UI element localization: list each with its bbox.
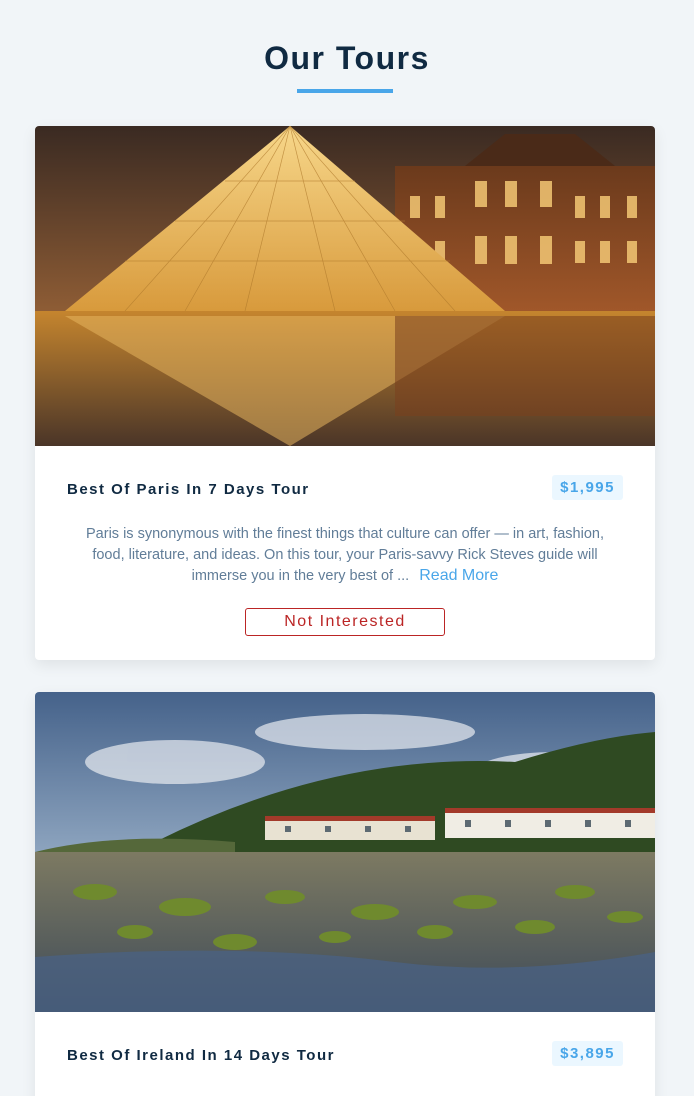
tour-name: Best Of Paris In 7 Days Tour <box>67 481 310 498</box>
tour-name: Best Of Ireland In 14 Days Tour <box>67 1047 335 1064</box>
tour-description: Paris is synonymous with the finest thin… <box>75 524 615 587</box>
tour-image <box>35 692 655 1012</box>
description-text: Paris is synonymous with the finest thin… <box>86 526 604 584</box>
read-more-button[interactable]: Read More <box>419 567 498 585</box>
tour-card: Best Of Paris In 7 Days Tour $1,995 Pari… <box>35 126 655 660</box>
not-interested-button[interactable]: Not Interested <box>245 608 445 636</box>
tour-price-badge: $3,895 <box>552 1041 623 1066</box>
tour-price-badge: $1,995 <box>552 475 623 500</box>
tour-image <box>35 126 655 446</box>
title-underline <box>297 89 393 93</box>
tour-card: Best Of Ireland In 14 Days Tour $3,895 <box>35 692 655 1096</box>
page-title: Our Tours <box>264 40 430 76</box>
